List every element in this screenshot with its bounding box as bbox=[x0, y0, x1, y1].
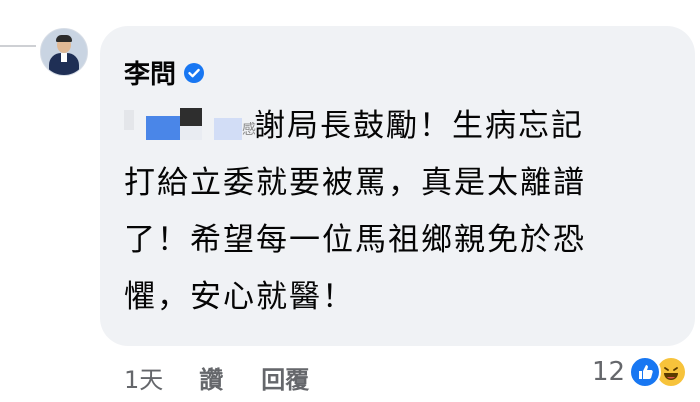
reaction-summary[interactable]: 12 bbox=[592, 356, 688, 388]
reaction-count: 12 bbox=[592, 357, 626, 387]
comment-line-1: 感 謝局長鼓勵！生病忘記 bbox=[124, 98, 669, 155]
avatar-collar bbox=[61, 53, 67, 62]
comment-line-3: 了！希望每一位馬祖鄉親免於恐 bbox=[124, 222, 586, 258]
comment-line-4: 懼，安心就醫！ bbox=[124, 279, 355, 315]
like-reaction-icon bbox=[629, 356, 662, 388]
comment-actions: 1天 讚 回覆 bbox=[124, 360, 309, 395]
redaction-fragment: 感 bbox=[242, 122, 258, 138]
thread-connector-line bbox=[0, 45, 36, 47]
comment-timestamp[interactable]: 1天 bbox=[124, 360, 163, 395]
redacted-mosaic: 感 bbox=[124, 102, 258, 142]
verified-badge-icon bbox=[184, 62, 205, 83]
comment-line-2: 打給立委就要被罵，真是太離譜 bbox=[124, 165, 586, 201]
comment-text: 感 謝局長鼓勵！生病忘記 打給立委就要被罵，真是太離譜 了！希望每一位馬祖鄉親免… bbox=[124, 98, 669, 326]
reply-button[interactable]: 回覆 bbox=[261, 360, 309, 395]
comment-author: 李問 bbox=[124, 54, 205, 91]
comment-line-1-text: 謝局長鼓勵！生病忘記 bbox=[254, 108, 584, 144]
avatar[interactable] bbox=[40, 28, 88, 76]
author-name[interactable]: 李問 bbox=[124, 54, 176, 91]
avatar-hair bbox=[56, 35, 72, 42]
like-button[interactable]: 讚 bbox=[199, 360, 223, 395]
